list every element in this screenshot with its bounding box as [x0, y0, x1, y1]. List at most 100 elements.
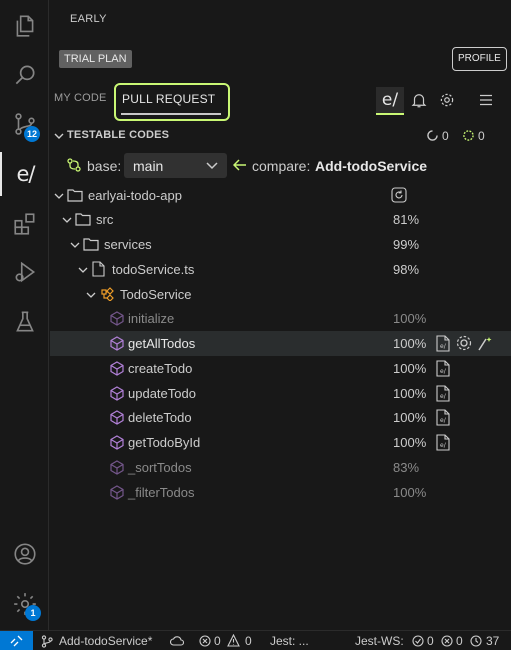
coverage-percent: 100%	[393, 336, 427, 351]
activity-bar: 12 e/ 1	[0, 0, 49, 630]
testable-codes-header[interactable]: TESTABLE CODES 0 0	[50, 127, 511, 145]
failed-count: 0	[456, 634, 463, 648]
bell-icon[interactable]	[407, 87, 431, 113]
file-icon	[92, 261, 105, 277]
tree-row-earlyai-todo-app[interactable]: earlyai-todo-app	[50, 183, 511, 208]
account-icon[interactable]	[0, 532, 49, 576]
gear-icon[interactable]	[435, 87, 459, 113]
compare-label: compare:	[252, 158, 311, 174]
passed-count: 0	[427, 634, 434, 648]
coverage-percent: 100%	[393, 311, 427, 326]
svg-text:e/: e/	[440, 343, 447, 350]
search-icon[interactable]	[0, 53, 49, 97]
jest-ws-label[interactable]: Jest-WS:	[355, 634, 404, 648]
git-compare-icon	[67, 158, 81, 172]
early-sidebar: EARLY TRIAL PLAN PROFILE MY CODE PULL RE…	[50, 0, 511, 630]
coverage-percent: 98%	[393, 262, 420, 277]
coverage-percent: 81%	[393, 212, 420, 227]
base-branch-value: main	[133, 158, 164, 174]
method-icon	[110, 336, 124, 351]
testing-icon[interactable]	[0, 300, 49, 344]
remote-indicator[interactable]	[0, 631, 33, 650]
svg-text:e/: e/	[440, 368, 447, 375]
arrow-left-icon	[233, 159, 246, 171]
method-icon	[110, 435, 124, 450]
tree-row-gettodobyid[interactable]: getTodoById 100% e/	[50, 430, 511, 455]
test-file-icon[interactable]: e/	[436, 335, 451, 352]
tree-row-todoservice-file[interactable]: todoService.ts 98%	[50, 257, 511, 282]
manage-gear-icon[interactable]: 1	[0, 582, 49, 626]
branch-icon	[41, 635, 53, 648]
tab-pull-request-label: PULL REQUEST	[122, 92, 216, 106]
svg-text:e/: e/	[440, 393, 447, 400]
failed-icon	[441, 635, 453, 647]
chevron-down-icon	[62, 217, 72, 223]
menu-icon[interactable]	[474, 87, 498, 113]
testable-codes-title: TESTABLE CODES	[67, 129, 170, 141]
coverage-percent: 100%	[393, 361, 427, 376]
early-view-button[interactable]: e/	[376, 87, 404, 115]
manage-badge: 1	[25, 605, 41, 621]
running-count: 0	[442, 129, 449, 143]
folder-icon	[75, 213, 91, 226]
source-control-badge: 12	[24, 126, 41, 142]
warning-icon	[227, 634, 240, 647]
source-control-icon[interactable]: 12	[0, 102, 49, 146]
ai-wand-icon[interactable]	[477, 335, 494, 351]
coverage-percent: 100%	[393, 410, 427, 425]
generate-tests-icon[interactable]	[456, 335, 472, 351]
tree-row-deletetodo[interactable]: deleteTodo 100% e/	[50, 405, 511, 430]
error-icon	[199, 635, 211, 647]
tab-pull-request[interactable]: PULL REQUEST	[114, 83, 230, 121]
test-file-icon[interactable]: e/	[436, 409, 451, 426]
status-bar: Add-todoService* 0 0 Jest: ... Jest-WS: …	[0, 630, 511, 650]
files-icon[interactable]	[0, 4, 49, 48]
method-icon	[110, 485, 124, 500]
tree-row-sorttodos[interactable]: _sortTodos 83%	[50, 455, 511, 480]
early-ai-icon[interactable]: e/	[0, 152, 49, 196]
chevron-down-icon	[78, 267, 88, 273]
test-file-icon[interactable]: e/	[436, 385, 451, 402]
chevron-down-icon	[54, 193, 64, 199]
method-icon	[110, 361, 124, 376]
cloud-sync-icon[interactable]	[170, 635, 184, 647]
chevron-down-icon	[206, 162, 218, 170]
tab-my-code[interactable]: MY CODE	[54, 92, 107, 104]
folder-icon	[67, 189, 83, 202]
sidebar-title: EARLY	[70, 13, 107, 25]
coverage-percent: 99%	[393, 237, 420, 252]
branch-name[interactable]: Add-todoService*	[59, 634, 152, 648]
chevron-down-icon	[86, 292, 96, 298]
test-file-icon[interactable]: e/	[436, 434, 451, 451]
base-label: base:	[87, 158, 122, 174]
spinner-icon	[427, 130, 438, 141]
base-branch-select[interactable]: main	[124, 153, 227, 178]
tree-row-initialize[interactable]: initialize 100%	[50, 306, 511, 331]
warning-count[interactable]: 0	[245, 634, 252, 648]
jest-status[interactable]: Jest: ...	[270, 634, 309, 648]
profile-button[interactable]: PROFILE	[452, 47, 507, 71]
tree-row-getalltodos[interactable]: getAllTodos 100% e/	[50, 331, 511, 356]
extensions-icon[interactable]	[0, 202, 49, 246]
svg-text:e/: e/	[440, 417, 447, 424]
run-debug-icon[interactable]	[0, 250, 49, 294]
method-icon	[110, 410, 124, 425]
branch-compare-row: base: main compare: Add-todoService	[50, 151, 511, 179]
chevron-down-icon	[54, 133, 64, 139]
coverage-percent: 83%	[393, 460, 420, 475]
error-count[interactable]: 0	[214, 634, 221, 648]
pending-icon	[463, 130, 474, 141]
tree-row-createtodo[interactable]: createTodo 100% e/	[50, 356, 511, 381]
tests-count: 37	[486, 634, 500, 648]
chevron-down-icon	[70, 242, 80, 248]
tree-row-updatetodo[interactable]: updateTodo 100% e/	[50, 381, 511, 406]
refresh-icon[interactable]	[391, 187, 407, 203]
tree-row-filtertodos[interactable]: _filterTodos 100%	[50, 480, 511, 505]
tree-row-services[interactable]: services 99%	[50, 232, 511, 257]
class-icon	[101, 287, 114, 301]
passed-icon	[412, 635, 424, 647]
test-file-icon[interactable]: e/	[436, 360, 451, 377]
tree-row-todoservice-class[interactable]: TodoService	[50, 282, 511, 307]
tree-row-src[interactable]: src 81%	[50, 207, 511, 232]
active-tab-indicator	[121, 113, 221, 115]
